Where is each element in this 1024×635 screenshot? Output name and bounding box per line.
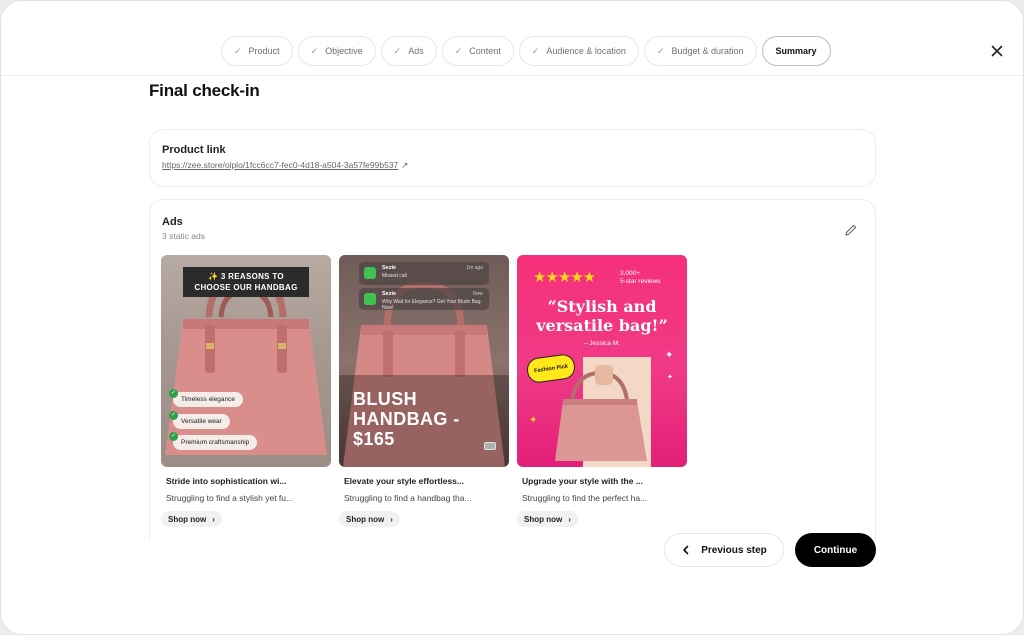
ads-heading: Ads (162, 216, 183, 228)
ad-title: Stride into sophistication wi... (166, 476, 287, 486)
ad-banner: ✨ 3 REASONS TO CHOOSE OUR HANDBAG (183, 267, 309, 297)
check-icon: ✓ (169, 432, 178, 441)
phone-app-icon (364, 267, 376, 279)
step-label: Ads (408, 46, 424, 56)
step-product[interactable]: ✓ Product (221, 36, 293, 66)
check-icon: ✓ (234, 45, 242, 56)
product-url-link[interactable]: https://zee.store/olplo/1fcc6cc7-fec0-4d… (162, 160, 408, 171)
step-summary[interactable]: Summary (761, 36, 831, 66)
step-objective[interactable]: ✓ Objective (297, 36, 376, 66)
external-link-icon: ↗ (401, 160, 409, 170)
step-label: Budget & duration (671, 46, 744, 56)
notification-card: Sezle Why Wait for Elegance? Get Your Bl… (359, 288, 489, 311)
ad-image: ★★★★★ 3,000+ 5-star reviews “Stylish and … (517, 255, 687, 467)
sparkle-icon: ✦ (665, 350, 674, 361)
sparkle-icon: ✦ (667, 374, 673, 381)
ad-image: Sezle Missed call 1m ago Sezle Why Wait … (339, 255, 509, 467)
ad-description: Struggling to find a handbag tha... (344, 493, 472, 503)
shop-now-button[interactable]: Shop now › (161, 511, 222, 527)
ad-overlay-headline: BLUSH HANDBAG - $165 (353, 389, 460, 449)
image-icon (484, 442, 496, 450)
pencil-icon[interactable] (843, 222, 859, 238)
check-icon: ✓ (169, 389, 178, 398)
chevron-right-icon: › (212, 514, 215, 524)
shop-now-button[interactable]: Shop now › (517, 511, 578, 527)
ad-description: Struggling to find the perfect ha... (522, 493, 648, 503)
step-audience-location[interactable]: ✓ Audience & location (518, 36, 639, 66)
check-icon: ✓ (531, 45, 540, 56)
check-icon: ✓ (656, 45, 665, 56)
product-link-card: Product link https://zee.store/olplo/1fc… (149, 129, 876, 187)
product-url-text: https://zee.store/olplo/1fcc6cc7-fec0-4d… (162, 160, 399, 170)
step-label: Content (469, 46, 501, 56)
step-content[interactable]: ✓ Content (441, 36, 514, 66)
continue-button[interactable]: Continue (795, 533, 876, 567)
step-label: Objective (325, 46, 363, 56)
chevron-right-icon: › (568, 514, 571, 524)
continue-label: Continue (813, 544, 858, 556)
notification-card: Sezle Missed call 1m ago (359, 262, 489, 285)
check-icon: ✓ (310, 45, 319, 56)
step-label: Summary (775, 46, 817, 56)
chevron-right-icon: › (390, 514, 393, 524)
sparkle-icon: ✦ (529, 415, 538, 426)
check-icon: ✓ (393, 45, 402, 56)
ads-card: Ads 3 static ads ✨ 3 REASONS TO CHOOSE O… (149, 199, 876, 539)
ad-card[interactable]: ✨ 3 REASONS TO CHOOSE OUR HANDBAG ✓ Timel… (161, 255, 331, 527)
previous-step-label: Previous step (701, 544, 767, 556)
ad-title: Upgrade your style with the ... (522, 476, 643, 486)
check-icon: ✓ (454, 45, 463, 56)
step-budget-duration[interactable]: ✓ Budget & duration (643, 36, 757, 66)
ad-image: ✨ 3 REASONS TO CHOOSE OUR HANDBAG ✓ Timel… (161, 255, 331, 467)
ad-card[interactable]: ★★★★★ 3,000+ 5-star reviews “Stylish and … (517, 255, 687, 527)
page-title: Final check-in (149, 81, 260, 100)
previous-step-button[interactable]: Previous step (664, 533, 784, 567)
check-icon: ✓ (169, 411, 178, 420)
benefit-badge: ✓ Timeless elegance (169, 389, 243, 407)
close-icon[interactable] (988, 42, 1006, 60)
ad-description: Struggling to find a stylish yet fu... (166, 493, 294, 503)
wizard-modal: ✓ Product ✓ Objective ✓ Ads ✓ Content ✓ Audie… (0, 0, 1024, 635)
chevron-left-icon (683, 545, 689, 555)
message-app-icon (364, 293, 376, 305)
step-label: Product (248, 46, 280, 56)
ad-card[interactable]: Sezle Missed call 1m ago Sezle Why Wait … (339, 255, 509, 527)
header-divider (1, 75, 1023, 76)
step-ads[interactable]: ✓ Ads (380, 36, 437, 66)
benefit-badge: ✓ Versatile wear (169, 411, 230, 429)
benefit-badge: ✓ Premium craftsmanship (169, 432, 258, 450)
product-link-heading: Product link (162, 144, 226, 156)
ad-title: Elevate your style effortless... (344, 476, 464, 486)
shop-now-button[interactable]: Shop now › (339, 511, 400, 527)
ads-count: 3 static ads (162, 231, 205, 241)
progress-stepper: ✓ Product ✓ Objective ✓ Ads ✓ Content ✓ Audie… (221, 36, 831, 66)
step-label: Audience & location (546, 46, 626, 56)
